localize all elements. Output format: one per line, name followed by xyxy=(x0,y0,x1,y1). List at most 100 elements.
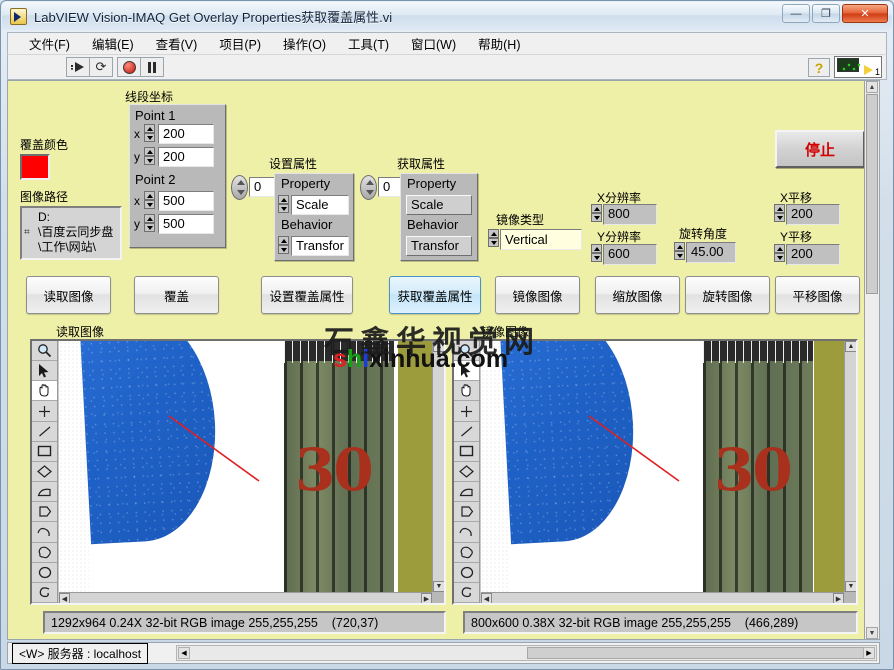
set-property-value[interactable]: Scale xyxy=(291,195,349,215)
point1-y-spinner[interactable] xyxy=(144,147,155,166)
zoom-icon[interactable] xyxy=(32,341,57,361)
broken-line-icon[interactable] xyxy=(32,522,57,542)
image-display-right[interactable]: 30 ▲ ▼ ◀ ▶ xyxy=(452,339,858,605)
scroll-right-icon[interactable]: ▶ xyxy=(833,593,844,603)
stop-button[interactable]: 停止 xyxy=(775,130,865,168)
point-icon[interactable] xyxy=(32,401,57,421)
rectangle-icon[interactable] xyxy=(32,442,57,462)
button-mirror-image[interactable]: 镜像图像 xyxy=(495,276,580,314)
point1-x-spinner[interactable] xyxy=(144,124,155,143)
freehand-region-icon[interactable] xyxy=(32,543,57,563)
scroll-down-icon[interactable]: ▼ xyxy=(845,581,856,592)
point2-x-spinner[interactable] xyxy=(144,191,155,210)
rotated-rectangle-icon[interactable] xyxy=(32,462,57,482)
button-shift-image[interactable]: 平移图像 xyxy=(775,276,860,314)
image-display-left[interactable]: 30 ▲ ▼ ◀ ▶ xyxy=(30,339,446,605)
menu-file[interactable]: 文件(F) xyxy=(18,32,81,55)
scroll-down-icon[interactable]: ▼ xyxy=(433,581,444,592)
menu-project[interactable]: 项目(P) xyxy=(208,32,272,55)
point-icon[interactable] xyxy=(454,401,479,421)
y-resolution-input[interactable]: 600 xyxy=(603,244,657,265)
panel-vscrollbar[interactable]: ▲ ▼ xyxy=(864,81,879,639)
bottom-scroll-thumb[interactable] xyxy=(527,647,865,659)
menu-operate[interactable]: 操作(O) xyxy=(272,32,337,55)
panel-scroll-up-icon[interactable]: ▲ xyxy=(866,81,878,93)
scroll-left-icon[interactable]: ◀ xyxy=(481,593,492,603)
rotated-rectangle-icon[interactable] xyxy=(454,462,479,482)
annulus-arc-icon[interactable] xyxy=(32,482,57,502)
point2-y-input[interactable]: 500 xyxy=(158,214,214,234)
button-get-overlay-props[interactable]: 获取覆盖属性 xyxy=(389,276,481,314)
select-arrow-icon[interactable] xyxy=(32,361,57,381)
get-index-spinner[interactable] xyxy=(360,175,377,200)
image-right-hscrollbar[interactable]: ◀ ▶ xyxy=(481,592,844,603)
point1-y-input[interactable]: 200 xyxy=(158,147,214,167)
set-behavior-spinner[interactable] xyxy=(278,236,289,255)
freehand-region-icon[interactable] xyxy=(454,543,479,563)
image-right-canvas[interactable]: 30 ▲ ▼ ◀ ▶ xyxy=(481,341,856,603)
scroll-right-icon[interactable]: ▶ xyxy=(421,593,432,603)
bottom-scroll-left-icon[interactable]: ◀ xyxy=(178,647,190,659)
panel-scroll-down-icon[interactable]: ▼ xyxy=(866,627,878,639)
line-icon[interactable] xyxy=(32,422,57,442)
button-scale-image[interactable]: 缩放图像 xyxy=(595,276,680,314)
panel-scroll-thumb[interactable] xyxy=(866,94,878,294)
rotate-angle-input[interactable]: 45.00 xyxy=(686,242,736,263)
close-button[interactable]: ✕ xyxy=(842,4,888,23)
point2-y-spinner[interactable] xyxy=(144,214,155,233)
scroll-up-icon[interactable]: ▲ xyxy=(433,341,444,352)
button-set-overlay-props[interactable]: 设置覆盖属性 xyxy=(261,276,353,314)
bottom-scroll-right-icon[interactable]: ▶ xyxy=(863,647,875,659)
maximize-button[interactable]: ❐ xyxy=(812,4,840,23)
y-resolution-spinner[interactable] xyxy=(591,244,602,263)
button-read-image[interactable]: 读取图像 xyxy=(26,276,111,314)
scroll-left-icon[interactable]: ◀ xyxy=(59,593,70,603)
point1-x-input[interactable]: 200 xyxy=(158,124,214,144)
set-behavior-value[interactable]: Transfor xyxy=(291,236,349,256)
zoom-icon[interactable] xyxy=(454,341,479,361)
set-index-spinner[interactable] xyxy=(231,175,248,200)
image-right-tool-palette[interactable] xyxy=(454,341,480,603)
image-left-tool-palette[interactable] xyxy=(32,341,58,603)
y-shift-spinner[interactable] xyxy=(774,244,785,263)
x-resolution-input[interactable]: 800 xyxy=(603,204,657,225)
image-left-vscrollbar[interactable]: ▲ ▼ xyxy=(432,341,444,592)
button-rotate-image[interactable]: 旋转图像 xyxy=(685,276,770,314)
overlay-color-swatch[interactable] xyxy=(20,154,50,180)
annulus-arc-icon[interactable] xyxy=(454,482,479,502)
oval-icon[interactable] xyxy=(454,563,479,583)
point2-x-input[interactable]: 500 xyxy=(158,191,214,211)
menu-edit[interactable]: 编辑(E) xyxy=(81,32,145,55)
x-shift-spinner[interactable] xyxy=(774,204,785,223)
image-left-canvas[interactable]: 30 ▲ ▼ ◀ ▶ xyxy=(59,341,444,603)
vi-icon-pane[interactable]: 1 xyxy=(834,56,882,78)
select-arrow-icon[interactable] xyxy=(454,361,479,381)
x-shift-input[interactable]: 200 xyxy=(786,204,840,225)
button-overlay[interactable]: 覆盖 xyxy=(134,276,219,314)
pan-hand-icon[interactable] xyxy=(32,381,57,401)
minimize-button[interactable]: — xyxy=(782,4,810,23)
image-path-control[interactable]: ⌗ D: \百度云同步盘 \工作\网站\ xyxy=(20,206,122,260)
run-continuously-button[interactable]: ⟳ xyxy=(89,57,113,77)
menu-help[interactable]: 帮助(H) xyxy=(467,32,531,55)
abort-execution-button[interactable] xyxy=(117,57,141,77)
menu-view[interactable]: 查看(V) xyxy=(145,32,209,55)
mirror-type-value[interactable]: Vertical xyxy=(500,229,582,250)
image-right-vscrollbar[interactable]: ▲ ▼ xyxy=(844,341,856,592)
line-icon[interactable] xyxy=(454,422,479,442)
y-shift-input[interactable]: 200 xyxy=(786,244,840,265)
mirror-type-spinner[interactable] xyxy=(488,229,499,248)
pause-button[interactable] xyxy=(140,57,164,77)
freehand-line-icon[interactable] xyxy=(32,583,57,603)
scroll-up-icon[interactable]: ▲ xyxy=(845,341,856,352)
rectangle-icon[interactable] xyxy=(454,442,479,462)
x-resolution-spinner[interactable] xyxy=(591,204,602,223)
pan-hand-icon[interactable] xyxy=(454,381,479,401)
freehand-line-icon[interactable] xyxy=(454,583,479,603)
polygon-icon[interactable] xyxy=(32,502,57,522)
rotate-angle-spinner[interactable] xyxy=(674,242,685,261)
bottom-hscrollbar[interactable]: ◀ ▶ xyxy=(176,645,877,661)
menu-tools[interactable]: 工具(T) xyxy=(337,32,400,55)
oval-icon[interactable] xyxy=(32,563,57,583)
run-button[interactable] xyxy=(66,57,90,77)
